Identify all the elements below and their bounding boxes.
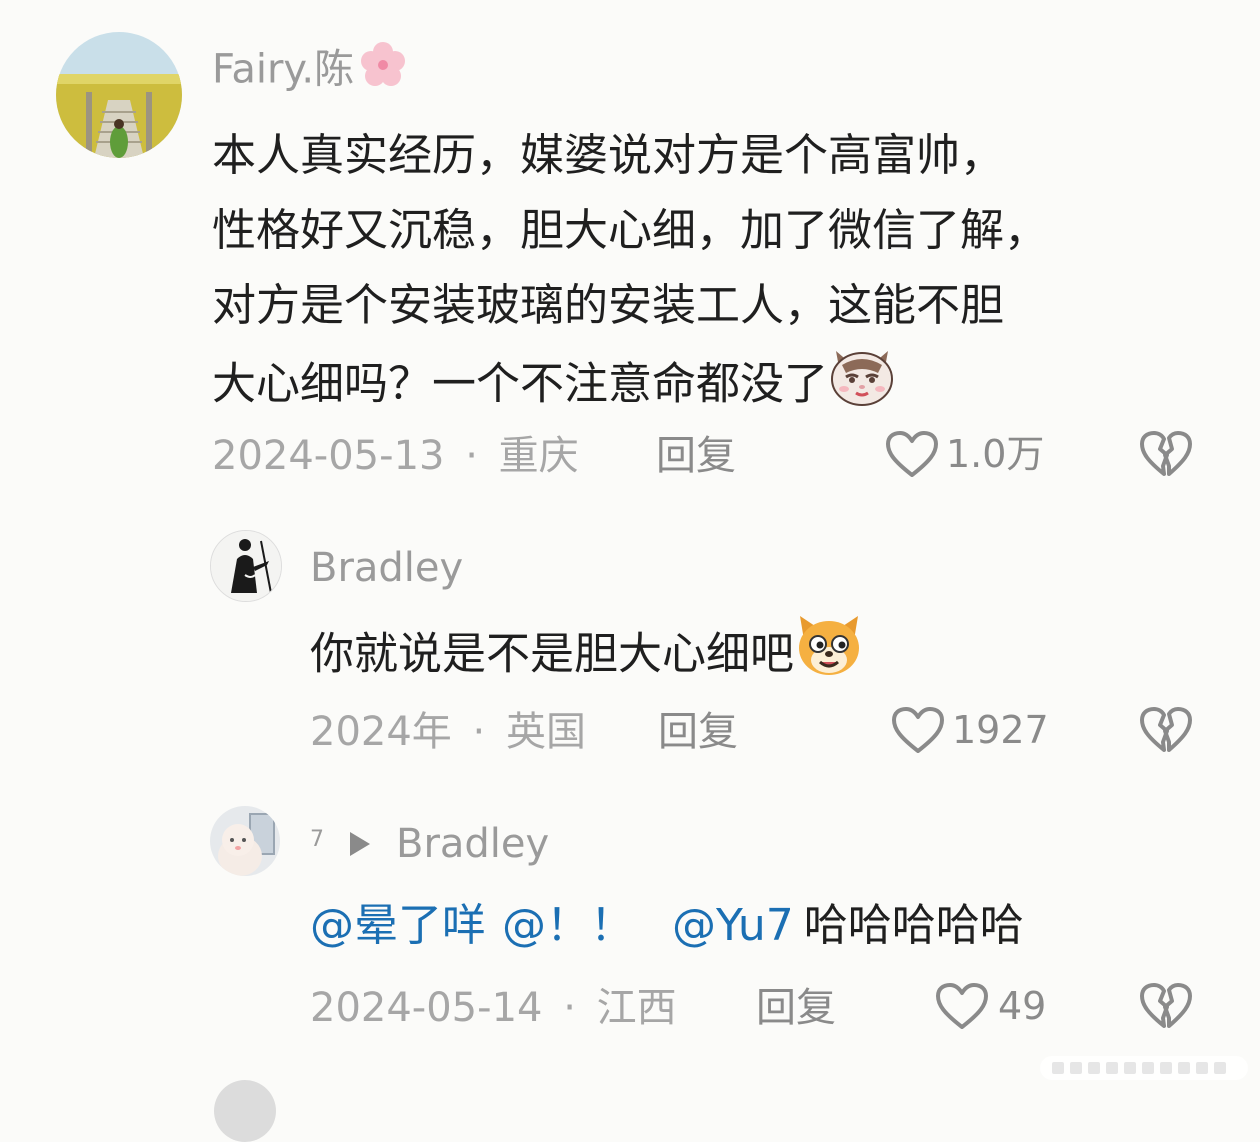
avatar[interactable]: [210, 806, 280, 876]
reply-button[interactable]: 回复: [756, 982, 836, 1034]
like-count: 1.0万: [946, 432, 1045, 476]
comment-location: 英国: [505, 709, 586, 755]
avatar[interactable]: [210, 530, 282, 602]
comment-location: 重庆: [498, 433, 579, 479]
like-button[interactable]: 1.0万: [884, 428, 1044, 480]
meta-separator: ·: [472, 709, 486, 755]
comment-meta: 2024-05-14 · 江西: [310, 982, 677, 1034]
username-text: Fairy.陈: [212, 46, 355, 93]
username[interactable]: Bradley: [396, 818, 549, 870]
broken-heart-icon: [1140, 707, 1192, 752]
username[interactable]: Bradley: [310, 542, 463, 594]
smirking-cat-icon: [828, 343, 896, 430]
comment-date: 2024年: [310, 709, 452, 755]
reply-chain: 7 Bradley: [310, 818, 549, 870]
mention-link[interactable]: @Yu7: [672, 900, 794, 951]
play-triangle-icon: [350, 832, 370, 856]
dislike-button[interactable]: [1138, 704, 1194, 760]
avatar[interactable]: [56, 32, 182, 158]
like-count: 49: [998, 984, 1047, 1028]
broken-heart-icon: [1140, 431, 1192, 476]
comment-location: 江西: [596, 985, 677, 1031]
comment-text: @晕了咩 @！！ @Yu7 哈哈哈哈哈: [310, 888, 1024, 963]
heart-outline-icon: [886, 431, 938, 477]
cherry-blossom-icon: [358, 40, 408, 103]
reply-button[interactable]: 回复: [658, 706, 738, 758]
reply-source-name[interactable]: 7: [310, 814, 324, 866]
comment-date: 2024-05-14: [310, 985, 543, 1031]
comment-line: 性格好又沉稳，胆大心细，加了微信了解，: [212, 205, 1048, 256]
mention-link[interactable]: @晕了咩: [310, 900, 486, 951]
comment-date: 2024-05-13: [212, 433, 445, 479]
next-comment-avatar[interactable]: [214, 1080, 276, 1142]
heart-outline-icon: [892, 707, 944, 753]
dislike-button[interactable]: [1138, 428, 1194, 484]
like-button[interactable]: 49: [934, 980, 1046, 1032]
comment-text: 你就说是不是胆大心细吧: [310, 612, 864, 701]
comment-line: 哈哈哈哈哈: [803, 900, 1024, 951]
broken-heart-icon: [1140, 983, 1192, 1028]
comment-meta: 2024年 · 英国: [310, 706, 586, 758]
username[interactable]: Fairy.陈: [212, 40, 408, 103]
comment-line: 本人真实经历，媒婆说对方是个高富帅，: [212, 130, 1004, 181]
heart-outline-icon: [936, 983, 988, 1029]
comment-line: 大心细吗？一个不注意命都没了: [212, 358, 828, 410]
mention-link[interactable]: @！！: [502, 900, 634, 951]
reply-button[interactable]: 回复: [656, 430, 736, 482]
comment-text: 本人真实经历，媒婆说对方是个高富帅， 性格好又沉稳，胆大心细，加了微信了解， 对…: [212, 118, 1048, 430]
meta-separator: ·: [563, 985, 576, 1031]
dislike-button[interactable]: [1138, 980, 1194, 1036]
comment-line: 对方是个安装玻璃的安装工人，这能不胆: [212, 280, 1004, 331]
watermark: [1040, 1052, 1248, 1084]
like-count: 1927: [952, 708, 1049, 752]
meta-separator: ·: [465, 433, 478, 479]
comment-line: 你就说是不是胆大心细吧: [310, 628, 794, 680]
comment-meta: 2024-05-13 · 重庆: [212, 430, 579, 482]
like-button[interactable]: 1927: [890, 704, 1049, 756]
grinning-dog-icon: [794, 612, 864, 701]
